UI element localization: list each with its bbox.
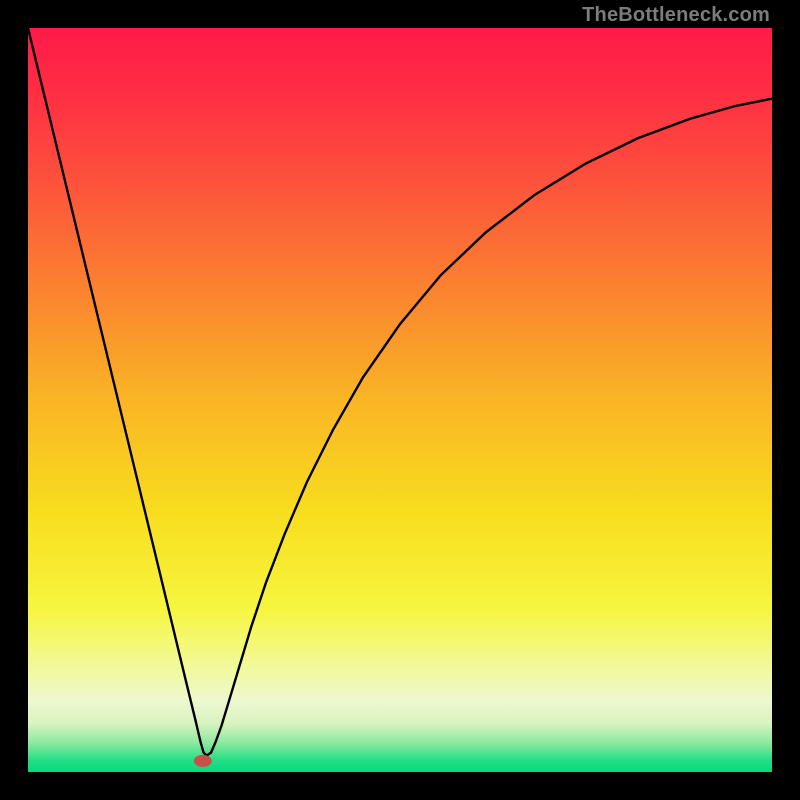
- minimum-marker: [194, 755, 212, 767]
- gradient-background: [28, 28, 772, 772]
- chart-svg: [28, 28, 772, 772]
- chart-frame: [28, 28, 772, 772]
- watermark-text: TheBottleneck.com: [582, 4, 770, 27]
